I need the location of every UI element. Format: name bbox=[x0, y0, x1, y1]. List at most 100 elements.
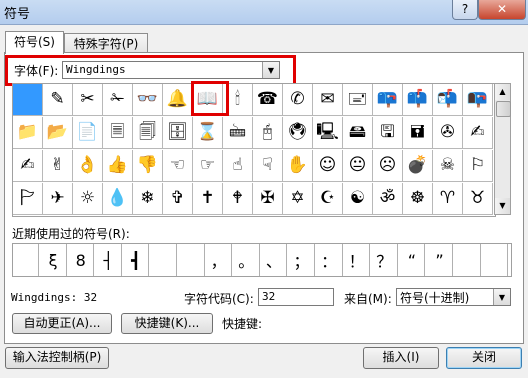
close-button[interactable]: 关闭 bbox=[446, 347, 522, 369]
recent-symbol-cell[interactable] bbox=[455, 244, 481, 276]
symbol-cell[interactable]: 🖳 bbox=[313, 117, 343, 149]
recent-symbol-cell[interactable]: ； bbox=[289, 244, 315, 276]
symbol-cell[interactable]: ✍ bbox=[463, 117, 493, 149]
symbol-cell[interactable]: 📬 bbox=[433, 84, 463, 116]
scroll-thumb[interactable] bbox=[496, 101, 511, 117]
recent-symbol-cell[interactable]: ， bbox=[206, 244, 233, 276]
recent-symbol-cell[interactable]: ： bbox=[317, 244, 343, 276]
from-select[interactable]: 符号(十进制) ▼ bbox=[396, 288, 511, 306]
symbol-cell[interactable]: ✌ bbox=[43, 150, 73, 182]
recent-symbol-cell[interactable]: 8 bbox=[68, 244, 95, 276]
symbol-cell[interactable]: 📄 bbox=[73, 117, 103, 149]
recent-symbol-cell[interactable]: 、 bbox=[261, 244, 288, 276]
char-code-input[interactable]: 32 bbox=[258, 288, 334, 306]
symbol-grid[interactable]: ✎ ✂ ✁ 👓 🔔 📖 🕯 ☎ ✆ ✉ 🖃 📪 📫 📬 📭 📁 📂 📄 🗏 🗐 🗄 ⌛ 🖮 🖰 🖲 🖳 🖴 🖫 🖬 ✇ ✍ ✍ ✌ 👌 👍 👎 ☜ ☞ ☝ ☟… bbox=[12, 83, 496, 217]
shortcut-key-button[interactable]: 快捷键(K)... bbox=[121, 313, 213, 334]
symbol-cell[interactable]: ♈ bbox=[433, 183, 463, 215]
symbol-cell[interactable]: ☸ bbox=[403, 183, 433, 215]
symbol-cell[interactable]: ☠ bbox=[433, 150, 463, 182]
chevron-down-icon[interactable]: ▼ bbox=[493, 289, 510, 305]
symbol-cell[interactable]: 😐 bbox=[343, 150, 373, 182]
symbol-cell[interactable]: ⚐ bbox=[463, 150, 493, 182]
symbol-cell[interactable]: ☝ bbox=[223, 150, 253, 182]
symbol-cell[interactable]: ☜ bbox=[163, 150, 193, 182]
symbol-cell[interactable]: 🖃 bbox=[343, 84, 373, 116]
symbol-cell[interactable]: 🗄 bbox=[163, 117, 193, 149]
symbol-cell[interactable] bbox=[13, 84, 43, 116]
recent-symbols-strip[interactable]: ξ 8 ┤ ┫ ，。、；：！？ “” bbox=[12, 243, 512, 277]
symbol-cell[interactable]: 🖴 bbox=[343, 117, 373, 149]
symbol-cell[interactable]: ✠ bbox=[253, 183, 283, 215]
recent-symbol-cell[interactable]: ” bbox=[427, 244, 453, 276]
symbol-cell[interactable]: ☪ bbox=[313, 183, 343, 215]
recent-symbol-cell[interactable]: ┤ bbox=[96, 244, 122, 276]
symbol-cell[interactable]: 🏱 bbox=[13, 183, 43, 215]
tab-special-characters[interactable]: 特殊字符(P) bbox=[64, 33, 148, 54]
symbol-cell[interactable]: ☼ bbox=[73, 183, 103, 215]
symbol-cell[interactable]: 💣 bbox=[403, 150, 433, 182]
symbol-cell[interactable]: 👍 bbox=[103, 150, 133, 182]
tab-symbols[interactable]: 符号(S) bbox=[5, 31, 64, 54]
symbol-cell[interactable]: ✡ bbox=[283, 183, 313, 215]
symbol-cell[interactable]: 👌 bbox=[73, 150, 103, 182]
symbol-cell[interactable]: 📫 bbox=[403, 84, 433, 116]
symbol-cell[interactable]: 🖲 bbox=[283, 117, 313, 149]
symbol-cell[interactable]: ॐ bbox=[373, 183, 403, 215]
symbol-cell[interactable]: 📂 bbox=[43, 117, 73, 149]
symbol-cell[interactable]: 🗐 bbox=[133, 117, 163, 149]
symbol-cell[interactable]: ✞ bbox=[163, 183, 193, 215]
symbol-cell[interactable]: ♉ bbox=[463, 183, 493, 215]
symbol-cell[interactable]: 🕈 bbox=[223, 183, 253, 215]
symbol-cell[interactable]: ✝ bbox=[193, 183, 223, 215]
autocorrect-button[interactable]: 自动更正(A)... bbox=[12, 313, 112, 334]
symbol-cell[interactable]: ❄ bbox=[133, 183, 163, 215]
insert-button[interactable]: 插入(I) bbox=[363, 347, 439, 369]
symbol-cell[interactable]: ☹ bbox=[373, 150, 403, 182]
recent-symbol-cell[interactable]: ξ bbox=[41, 244, 67, 276]
symbol-cell[interactable]: ☞ bbox=[193, 150, 223, 182]
symbol-cell[interactable]: 🗏 bbox=[103, 117, 133, 149]
symbol-cell[interactable]: 📪 bbox=[373, 84, 403, 116]
symbol-cell[interactable]: ✉ bbox=[313, 84, 343, 116]
symbol-cell[interactable]: 👎 bbox=[133, 150, 163, 182]
symbol-cell[interactable]: 📁 bbox=[13, 117, 43, 149]
recent-symbol-cell[interactable]: 。 bbox=[234, 244, 260, 276]
recent-symbol-cell[interactable] bbox=[13, 244, 39, 276]
chevron-down-icon[interactable]: ▼ bbox=[262, 62, 279, 78]
recent-symbol-cell[interactable]: ┫ bbox=[123, 244, 150, 276]
symbol-cell[interactable]: 💧 bbox=[103, 183, 133, 215]
ime-control-button[interactable]: 输入法控制柄(P) bbox=[5, 347, 109, 369]
symbol-cell[interactable]: 🖮 bbox=[223, 117, 253, 149]
help-button[interactable]: ? bbox=[452, 0, 478, 20]
symbol-cell[interactable]: 🖫 bbox=[373, 117, 403, 149]
symbol-cell[interactable]: ✁ bbox=[103, 84, 133, 116]
symbol-cell[interactable]: ⌛ bbox=[193, 117, 223, 149]
symbol-cell[interactable]: 👓 bbox=[133, 84, 163, 116]
recent-symbol-cell[interactable] bbox=[482, 244, 509, 276]
symbol-cell[interactable]: ☯ bbox=[343, 183, 373, 215]
symbol-cell[interactable]: ☺ bbox=[313, 150, 343, 182]
recent-symbol-cell[interactable] bbox=[179, 244, 205, 276]
symbol-cell[interactable]: ✎ bbox=[43, 84, 73, 116]
symbol-cell[interactable]: ✇ bbox=[433, 117, 463, 149]
recent-symbol-cell[interactable] bbox=[151, 244, 177, 276]
scroll-down-arrow[interactable]: ▼ bbox=[495, 198, 510, 214]
symbol-cell[interactable]: ✂ bbox=[73, 84, 103, 116]
scroll-up-arrow[interactable]: ▲ bbox=[495, 84, 510, 100]
symbol-cell[interactable]: 🖰 bbox=[253, 117, 283, 149]
symbol-cell[interactable]: 📭 bbox=[463, 84, 493, 116]
symbol-cell[interactable]: ☎ bbox=[253, 84, 283, 116]
recent-symbol-cell[interactable]: ！ bbox=[344, 244, 371, 276]
recent-symbol-cell[interactable]: ？ bbox=[372, 244, 398, 276]
symbol-cell[interactable]: ✋ bbox=[283, 150, 313, 182]
grid-scrollbar[interactable]: ▲ ▼ bbox=[494, 83, 511, 215]
symbol-cell[interactable]: ☟ bbox=[253, 150, 283, 182]
symbol-cell[interactable]: ✍ bbox=[13, 150, 43, 182]
symbol-cell[interactable]: ✈ bbox=[43, 183, 73, 215]
symbol-cell[interactable]: 🔔 bbox=[163, 84, 193, 116]
symbol-cell[interactable]: 🖬 bbox=[403, 117, 433, 149]
close-window-button[interactable]: ✕ bbox=[478, 0, 526, 20]
font-select[interactable]: Wingdings ▼ bbox=[62, 61, 280, 79]
recent-symbol-cell[interactable]: “ bbox=[399, 244, 426, 276]
symbol-cell[interactable]: ✆ bbox=[283, 84, 313, 116]
